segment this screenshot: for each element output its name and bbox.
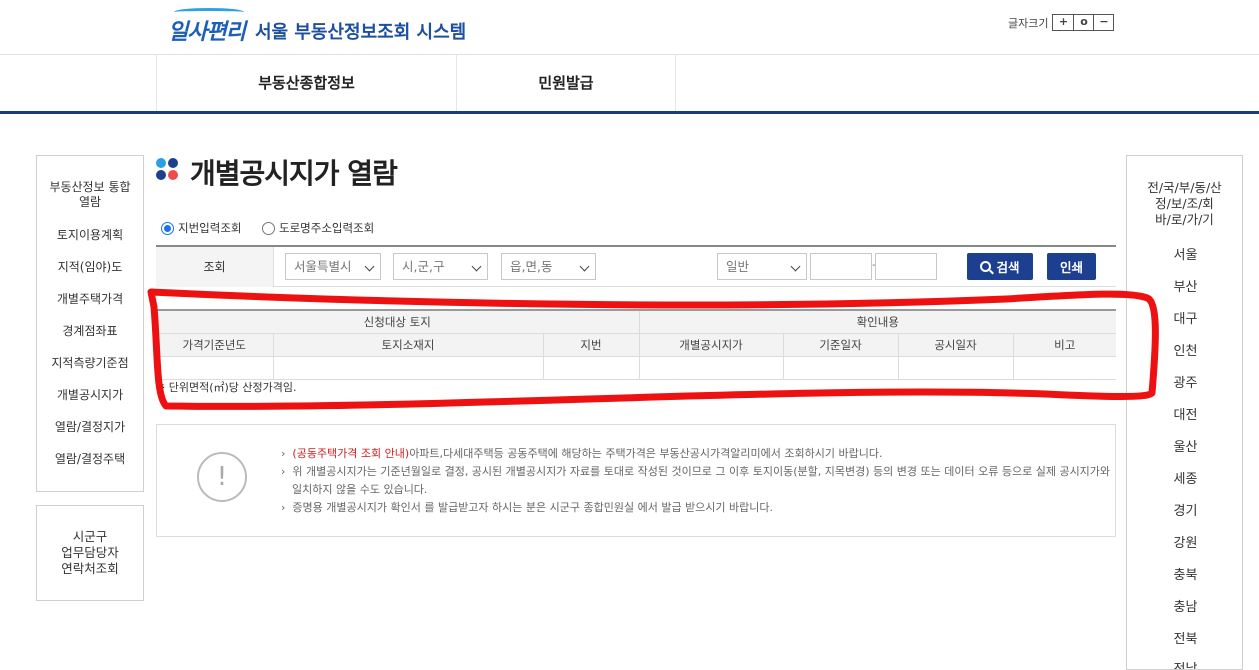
left-sidebar: 부동산정보 통합 열람 토지이용계획 지적(임야)도 개별주택가격 경계점좌표 …: [36, 155, 144, 492]
form-label: 조회: [156, 247, 274, 287]
region-link-ulsan[interactable]: 울산: [1127, 436, 1242, 455]
print-button[interactable]: 인쇄: [1047, 253, 1096, 280]
region-link-sejong[interactable]: 세종: [1127, 468, 1242, 487]
chevron-down-icon: [364, 261, 375, 272]
eupmyeondong-select[interactable]: 읍,면,동: [501, 253, 596, 280]
font-size-control: 글자크기 + o −: [1008, 14, 1115, 31]
region-link-chungnam[interactable]: 충남: [1127, 596, 1242, 615]
sido-select-value: 서울특별시: [294, 259, 352, 274]
font-size-label: 글자크기: [1008, 16, 1049, 30]
radio-road-address[interactable]: 도로명주소입력조회: [262, 220, 374, 236]
nav-real-estate-info[interactable]: 부동산종합정보: [156, 55, 456, 112]
search-button-label: 검색: [996, 260, 1020, 275]
region-link-gyeonggi[interactable]: 경기: [1127, 500, 1242, 519]
logo-text: 일사편리: [168, 8, 246, 46]
notice-line-2: › 위 개별공시지가는 기준년월일로 결정, 공시된 개별공시지가 자료를 토대…: [281, 465, 1111, 478]
font-decrease-button[interactable]: −: [1093, 15, 1113, 30]
notice-line-3: › 증명용 개별공시지가 확인서 를 발급받고자 하시는 분은 시군구 종합민원…: [281, 501, 774, 514]
nav-underline: [0, 111, 1259, 114]
sidebar-item-house-price[interactable]: 개별주택가격: [37, 292, 143, 307]
contact-lookup-button[interactable]: 시군구 업무담당자 연락처조회: [36, 505, 144, 601]
sigungu-select[interactable]: 시,군,구: [393, 253, 488, 280]
sidebar-item-cadastral-map[interactable]: 지적(임야)도: [37, 260, 143, 275]
sidebar-item-boundary-coords[interactable]: 경계점좌표: [37, 324, 143, 339]
sidebar-item-land-price[interactable]: 개별공시지가: [37, 388, 143, 403]
sidebar-item-view-decided-house[interactable]: 열람/결정주택: [37, 452, 143, 467]
region-link-seoul[interactable]: 서울: [1127, 244, 1242, 263]
sidebar-item-land-use-plan[interactable]: 토지이용계획: [37, 228, 143, 243]
sidebar-item-integrated[interactable]: 부동산정보 통합 열람: [37, 180, 143, 210]
region-link-gangwon[interactable]: 강원: [1127, 532, 1242, 551]
sido-select[interactable]: 서울특별시: [285, 253, 381, 280]
print-button-label: 인쇄: [1059, 260, 1083, 275]
eupmyeondong-select-value: 읍,면,동: [510, 259, 553, 274]
sub-lot-number-input[interactable]: [875, 253, 937, 280]
main-lot-number-input[interactable]: [810, 253, 872, 280]
sidebar-item-view-decided-land[interactable]: 열람/결정지가: [37, 420, 143, 435]
exclamation-icon: !: [197, 452, 247, 502]
page-title: 개별공시지가 열람: [190, 157, 398, 190]
radio-lot-number[interactable]: 지번입력조회: [161, 220, 241, 236]
sidebar-item-survey-control[interactable]: 지적측량기준점: [37, 356, 143, 371]
shortcut-title: 전/국/부/동/산 정/보/조/회 바/로/가/기: [1147, 180, 1222, 227]
notice-line-2-text: 위 개별공시지가는 기준년월일로 결정, 공시된 개별공시지가 자료를 토대로 …: [292, 465, 1111, 478]
sigungu-select-value: 시,군,구: [402, 259, 445, 274]
font-reset-button[interactable]: o: [1073, 15, 1093, 30]
region-link-jeonnam[interactable]: 전남: [1127, 658, 1242, 669]
radio-unchecked-icon: [262, 221, 275, 235]
site-title: 서울 부동산정보조회 시스템: [254, 22, 467, 43]
radio-lot-number-label: 지번입력조회: [178, 221, 242, 235]
chevron-down-icon: [790, 261, 801, 272]
notice-line-1: › (공동주택가격 조회 안내)아파트,다세대주택등 공동주택에 해당하는 주택…: [281, 447, 883, 460]
region-link-chungbuk[interactable]: 충북: [1127, 564, 1242, 583]
search-icon: [980, 261, 992, 272]
notice-line-2b: 일치하지 않을 수도 있습니다.: [292, 483, 428, 496]
nav-civil-issuance[interactable]: 민원발급: [456, 55, 676, 112]
region-link-jeonbuk[interactable]: 전북: [1127, 628, 1242, 647]
apartment-price-link[interactable]: (공동주택가격 조회 안내): [292, 447, 409, 460]
chevron-down-icon: [471, 261, 482, 272]
land-type-select[interactable]: 일반: [717, 253, 807, 280]
site-logo[interactable]: 일사편리 서울 부동산정보조회 시스템: [168, 6, 466, 46]
notice-box: [156, 424, 1116, 537]
chevron-down-icon: [579, 261, 590, 272]
land-type-select-value: 일반: [726, 259, 750, 274]
red-annotation-outline: [147, 288, 1159, 410]
title-dots-icon: [156, 158, 180, 182]
font-increase-button[interactable]: +: [1053, 15, 1073, 30]
contact-lookup-label: 시군구 업무담당자 연락처조회: [61, 529, 119, 576]
radio-checked-icon: [161, 221, 174, 235]
notice-line-3-text: 증명용 개별공시지가 확인서 를 발급받고자 하시는 분은 시군구 종합민원실 …: [292, 501, 774, 514]
radio-road-address-label: 도로명주소입력조회: [279, 221, 375, 235]
search-button[interactable]: 검색: [967, 253, 1033, 280]
notice-line-1-text: 아파트,다세대주택등 공동주택에 해당하는 주택가격은 부동산공시가격알리미에서…: [409, 447, 883, 460]
main-navigation: 부동산종합정보 민원발급: [156, 55, 676, 112]
